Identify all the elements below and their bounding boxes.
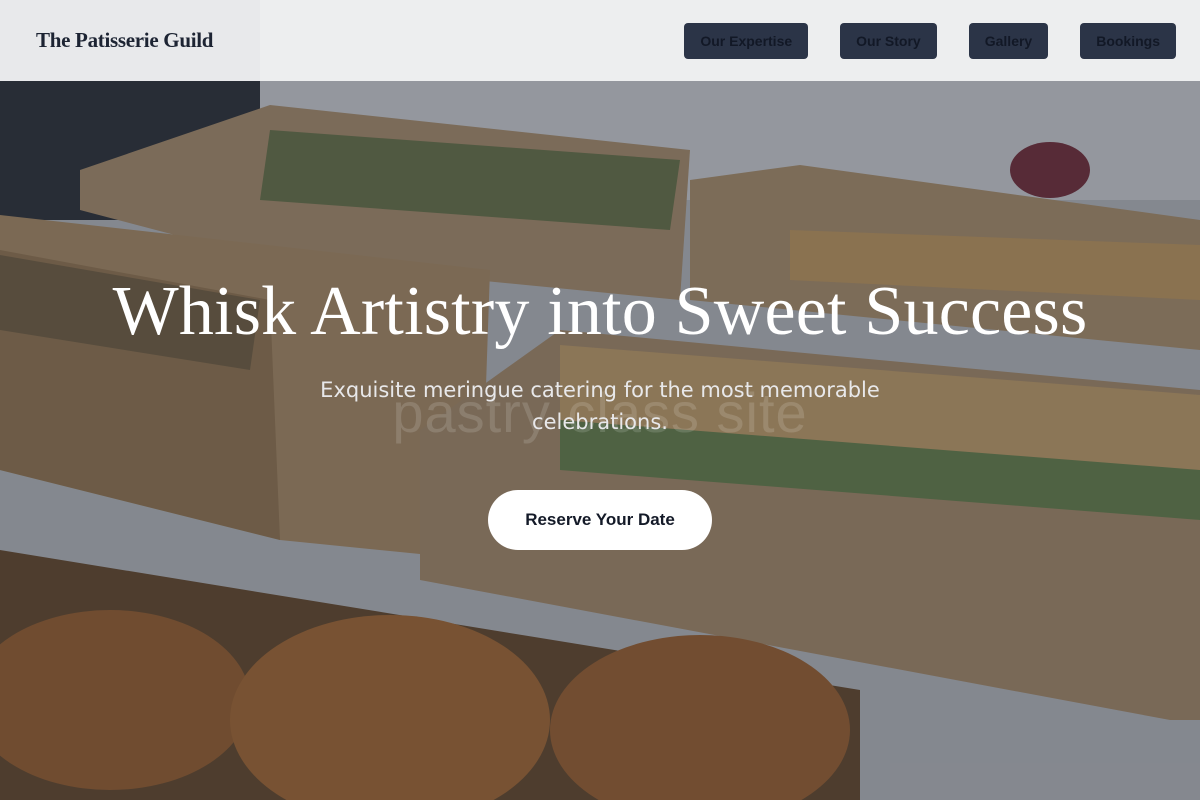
nav-bookings-button[interactable]: Bookings [1080, 22, 1176, 59]
site-header: The Patisserie Guild Our Expertise Our S… [0, 0, 1200, 81]
hero-content: Whisk Artistry into Sweet Success pastry… [0, 270, 1200, 550]
hero-title: Whisk Artistry into Sweet Success [112, 273, 1088, 350]
hero-subtitle: Exquisite meringue catering for the most… [320, 378, 880, 434]
nav-our-expertise-button[interactable]: Our Expertise [684, 22, 809, 59]
nav-gallery-button[interactable]: Gallery [968, 22, 1049, 59]
main-nav: Our Expertise Our Story Gallery Bookings [652, 22, 1176, 59]
reserve-date-button[interactable]: Reserve Your Date [488, 490, 712, 550]
nav-our-story-button[interactable]: Our Story [840, 22, 937, 59]
brand-logo[interactable]: The Patisserie Guild [36, 28, 213, 53]
hero-subtitle-wrap: pastry class site Exquisite meringue cat… [300, 374, 900, 444]
